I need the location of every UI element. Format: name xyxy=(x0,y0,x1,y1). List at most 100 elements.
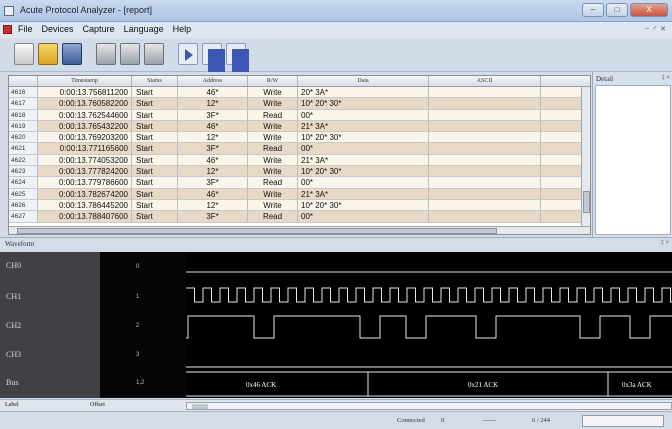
table-row[interactable]: 4616 0:00:13.756811200 Start 46* Write 20* 3A… xyxy=(9,87,590,99)
maximize-button[interactable]: □ xyxy=(606,3,628,17)
mdi-minimize-button[interactable]: – xyxy=(645,25,649,33)
pin-close-icon[interactable]: ‡ × xyxy=(660,240,669,246)
cell-timestamp: 0:00:13.786445200 xyxy=(38,199,132,211)
cell-address: 12* xyxy=(178,166,248,177)
open-folder-icon[interactable] xyxy=(38,43,58,65)
menu-help[interactable]: Help xyxy=(173,24,192,34)
document-icon[interactable] xyxy=(3,25,12,34)
table-row[interactable]: 4620 0:00:13.769203200 Start 12* Write 10* 20… xyxy=(9,132,590,144)
cell-address: 3F* xyxy=(178,211,248,222)
cell-timestamp: 0:00:13.756811200 xyxy=(38,87,132,98)
cell-address: 12* xyxy=(178,199,248,211)
pin-close-icon[interactable]: ‡ × xyxy=(661,75,670,81)
table-row[interactable]: 4619 0:00:13.765432200 Start 46* Write 21* 3A… xyxy=(9,120,590,133)
trace-ch2 xyxy=(186,315,672,339)
pause-capture-icon[interactable] xyxy=(202,43,222,72)
cell-data: 10* 20* 30* xyxy=(298,132,429,143)
cell-status: Start xyxy=(132,109,178,120)
row-index: 4622 xyxy=(9,154,38,166)
toolbar xyxy=(0,38,672,72)
cell-data: 10* 20* 30* xyxy=(298,199,429,211)
scroll-thumb[interactable] xyxy=(583,191,590,213)
column-header-status[interactable]: Status xyxy=(132,76,178,86)
row-index: 4616 xyxy=(9,87,38,98)
cell-status: Start xyxy=(132,132,178,143)
table-header: Timestamp Status Address R/W Data ASCII xyxy=(9,76,590,87)
cell-status: Start xyxy=(132,154,178,166)
column-header-rw[interactable]: R/W xyxy=(248,76,298,86)
label-header: Label xyxy=(5,402,19,408)
column-header-timestamp[interactable]: Timestamp xyxy=(38,76,132,86)
table-row[interactable]: 4617 0:00:13.760582200 Start 12* Write 10* 20… xyxy=(9,98,590,110)
channel-label-ch2[interactable]: CH2 xyxy=(6,321,21,330)
menu-capture[interactable]: Capture xyxy=(83,24,115,34)
status-bar: Connected 0 ------ 6 / 244 xyxy=(0,411,672,429)
print-icon[interactable] xyxy=(144,43,164,65)
column-header-index[interactable] xyxy=(9,76,38,86)
waveform-horizontal-scrollbar[interactable] xyxy=(186,402,672,410)
cell-rw: Read xyxy=(248,177,298,188)
cell-address: 46* xyxy=(178,154,248,166)
cell-ascii xyxy=(429,132,541,143)
cell-rw: Write xyxy=(248,154,298,166)
cell-rw: Read xyxy=(248,143,298,154)
channel-label-ch0[interactable]: CH0 xyxy=(6,261,21,270)
row-index: 4625 xyxy=(9,188,38,199)
table-horizontal-scrollbar[interactable] xyxy=(9,226,590,234)
close-button[interactable]: X xyxy=(630,3,668,17)
mdi-restore-button[interactable]: ♂ xyxy=(652,25,657,33)
channel-label-ch1[interactable]: CH1 xyxy=(6,292,21,301)
cell-data: 20* 3A* xyxy=(298,87,429,98)
column-header-ascii[interactable]: ASCII xyxy=(429,76,541,86)
table-vertical-scrollbar[interactable] xyxy=(581,87,590,227)
new-file-icon[interactable] xyxy=(14,43,34,65)
cell-address: 3F* xyxy=(178,177,248,188)
column-header-address[interactable]: Address xyxy=(178,76,248,86)
table-row[interactable]: 4625 0:00:13.782674200 Start 46* Write 21* 3A… xyxy=(9,188,590,200)
table-row[interactable]: 4627 0:00:13.788407600 Start 3F* Read 00* xyxy=(9,211,590,223)
cell-data: 21* 3A* xyxy=(298,154,429,166)
waveform-canvas[interactable]: 0x46 ACK 0x21 ACK 0x3a ACK xyxy=(186,252,672,398)
save-icon[interactable] xyxy=(62,43,82,65)
table-row[interactable]: 4618 0:00:13.762544600 Start 3F* Read 00* xyxy=(9,109,590,121)
channel-number: 2 xyxy=(136,323,140,329)
menu-devices[interactable]: Devices xyxy=(42,24,74,34)
stop-capture-icon[interactable] xyxy=(226,43,249,72)
scroll-thumb[interactable] xyxy=(17,228,497,234)
filter-icon[interactable] xyxy=(120,43,140,65)
run-capture-icon[interactable] xyxy=(178,43,198,65)
row-index: 4624 xyxy=(9,177,38,188)
device-settings-icon[interactable] xyxy=(96,43,116,65)
mdi-close-button[interactable]: ✕ xyxy=(660,25,666,33)
channel-number: 1 xyxy=(136,294,140,300)
window-controls: – □ X xyxy=(582,3,668,17)
column-header-extra[interactable] xyxy=(541,76,590,86)
menu-file[interactable]: File xyxy=(18,24,33,34)
cell-data: 10* 20* 30* xyxy=(298,166,429,177)
cell-rw: Write xyxy=(248,166,298,177)
table-row[interactable]: 4621 0:00:13.771165600 Start 3F* Read 00* xyxy=(9,143,590,155)
cell-status: Start xyxy=(132,87,178,98)
table-row[interactable]: 4622 0:00:13.774053200 Start 46* Write 21* 3A… xyxy=(9,154,590,167)
connection-status: Connected xyxy=(397,417,425,424)
cell-ascii xyxy=(429,87,541,98)
table-row[interactable]: 4624 0:00:13.779786600 Start 3F* Read 00* xyxy=(9,177,590,189)
cell-rw: Write xyxy=(248,188,298,199)
table-row[interactable]: 4623 0:00:13.777824200 Start 12* Write 10* 20… xyxy=(9,166,590,178)
minimize-button[interactable]: – xyxy=(582,3,604,17)
cell-rw: Read xyxy=(248,109,298,120)
menu-language[interactable]: Language xyxy=(124,24,164,34)
cell-status: Start xyxy=(132,199,178,211)
title-bar: Acute Protocol Analyzer - [report] – □ X xyxy=(0,0,672,22)
status-separator: ------ xyxy=(483,417,496,424)
channel-label-ch3[interactable]: CH3 xyxy=(6,350,21,359)
cell-timestamp: 0:00:13.769203200 xyxy=(38,132,132,143)
scroll-thumb[interactable] xyxy=(192,404,208,409)
waveform-title: Waveform xyxy=(5,240,35,248)
cell-rw: Read xyxy=(248,211,298,222)
cell-timestamp: 0:00:13.765432200 xyxy=(38,120,132,132)
table-row[interactable]: 4626 0:00:13.786445200 Start 12* Write 10* 20… xyxy=(9,199,590,212)
column-header-data[interactable]: Data xyxy=(298,76,429,86)
cell-status: Start xyxy=(132,120,178,132)
channel-label-bus[interactable]: Bus xyxy=(6,378,18,387)
